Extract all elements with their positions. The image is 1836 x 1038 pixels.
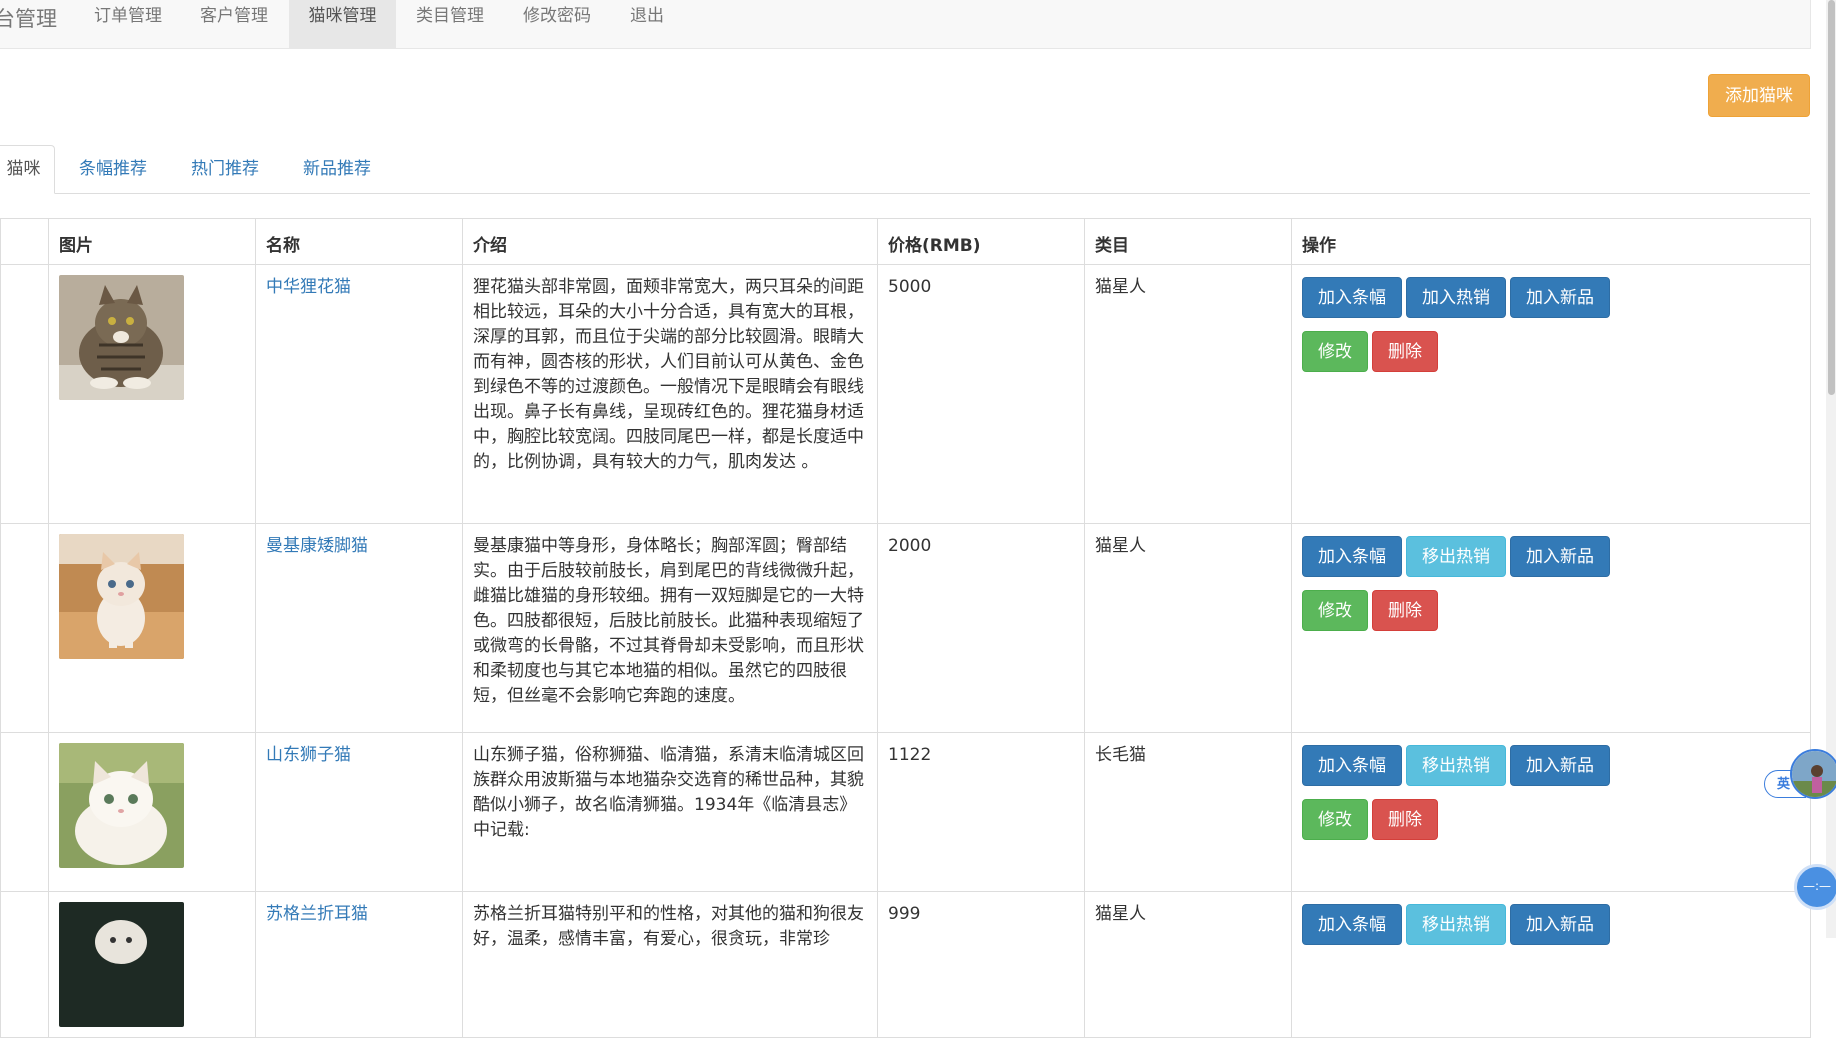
nav-cats[interactable]: 猫咪管理 <box>289 0 396 48</box>
cat-name-link[interactable]: 苏格兰折耳猫 <box>266 904 368 924</box>
category-cell: 长毛猫 <box>1084 732 1292 892</box>
table-row: 中华狸花猫 狸花猫头部非常圆，面颊非常宽大，两只耳朵的间距相比较远，耳朵的大小十… <box>0 264 1811 524</box>
intro-cell: 曼基康猫中等身形，身体略长；胸部浑圆；臀部结实。由于后肢较前肢长，肩到尾巴的背线… <box>462 523 878 733</box>
category-cell: 猫星人 <box>1084 264 1292 524</box>
hot-toggle-button[interactable]: 加入热销 <box>1406 277 1506 318</box>
add-banner-button[interactable]: 加入条幅 <box>1302 277 1402 318</box>
cat-photo-scottish-fold[interactable] <box>59 902 184 1027</box>
add-banner-button[interactable]: 加入条幅 <box>1302 904 1402 945</box>
actions-cell: 加入条幅 加入热销 加入新品 修改 删除 <box>1291 264 1811 524</box>
row-blank-cell <box>0 523 49 733</box>
add-banner-button[interactable]: 加入条幅 <box>1302 536 1402 577</box>
table-header-row: 图片 名称 介绍 价格(RMB) 类目 操作 <box>0 218 1811 265</box>
floating-assistant-icon[interactable]: —:— <box>1794 864 1836 910</box>
edit-button[interactable]: 修改 <box>1302 331 1368 372</box>
price-cell: 1122 <box>877 732 1085 892</box>
col-header-image: 图片 <box>48 218 256 265</box>
add-banner-button[interactable]: 加入条幅 <box>1302 745 1402 786</box>
intro-cell: 山东狮子猫，俗称狮猫、临清猫，系清末临清城区回族群众用波斯猫与本地猫杂交选育的稀… <box>462 732 878 892</box>
price-cell: 2000 <box>877 523 1085 733</box>
add-new-button[interactable]: 加入新品 <box>1510 904 1610 945</box>
intro-cell: 狸花猫头部非常圆，面颊非常宽大，两只耳朵的间距相比较远，耳朵的大小十分合适，具有… <box>462 264 878 524</box>
nav-orders[interactable]: 订单管理 <box>78 0 178 48</box>
cat-photo-white-longhair[interactable] <box>59 743 184 868</box>
category-cell: 猫星人 <box>1084 523 1292 733</box>
image-cell <box>48 891 256 1038</box>
actions-cell: 加入条幅 移出热销 加入新品 修改 删除 <box>1291 523 1811 733</box>
col-header-price: 价格(RMB) <box>877 218 1085 265</box>
table-row: 苏格兰折耳猫 苏格兰折耳猫特别平和的性格，对其他的猫和狗很友好，温柔，感情丰富，… <box>0 891 1811 1038</box>
actions-cell: 加入条幅 移出热销 加入新品 <box>1291 891 1811 1038</box>
hot-toggle-button[interactable]: 移出热销 <box>1406 536 1506 577</box>
delete-button[interactable]: 删除 <box>1372 331 1438 372</box>
cat-photo-munchkin[interactable] <box>59 534 184 659</box>
tab-hot[interactable]: 热门推荐 <box>184 145 266 193</box>
name-cell: 苏格兰折耳猫 <box>255 891 463 1038</box>
row-blank-cell <box>0 264 49 524</box>
nav-customers[interactable]: 客户管理 <box>184 0 284 48</box>
add-new-button[interactable]: 加入新品 <box>1510 745 1610 786</box>
add-new-button[interactable]: 加入新品 <box>1510 277 1610 318</box>
cat-name-link[interactable]: 山东狮子猫 <box>266 745 351 765</box>
nav-categories[interactable]: 类目管理 <box>400 0 500 48</box>
cat-name-link[interactable]: 曼基康矮脚猫 <box>266 536 368 556</box>
cat-table: 图片 名称 介绍 价格(RMB) 类目 操作 中华狸花猫 狸花猫头部非常圆，面颊… <box>0 218 1811 1038</box>
tab-cats[interactable]: 猫咪 <box>0 145 55 194</box>
intro-cell: 苏格兰折耳猫特别平和的性格，对其他的猫和狗很友好，温柔，感情丰富，有爱心，很贪玩… <box>462 891 878 1038</box>
add-new-button[interactable]: 加入新品 <box>1510 536 1610 577</box>
actions-cell: 加入条幅 移出热销 加入新品 修改 删除 <box>1291 732 1811 892</box>
col-header-actions: 操作 <box>1291 218 1811 265</box>
delete-button[interactable]: 删除 <box>1372 590 1438 631</box>
top-navbar: 台管理 订单管理 客户管理 猫咪管理 类目管理 修改密码 退出 <box>0 0 1811 49</box>
table-row: 曼基康矮脚猫 曼基康猫中等身形，身体略长；胸部浑圆；臀部结实。由于后肢较前肢长，… <box>0 523 1811 733</box>
add-cat-button[interactable]: 添加猫咪 <box>1708 74 1810 117</box>
image-cell <box>48 732 256 892</box>
vertical-scrollbar-thumb[interactable] <box>1828 0 1835 395</box>
col-header-name: 名称 <box>255 218 463 265</box>
col-header-category: 类目 <box>1084 218 1292 265</box>
edit-button[interactable]: 修改 <box>1302 799 1368 840</box>
nav-logout[interactable]: 退出 <box>622 0 672 48</box>
tab-new[interactable]: 新品推荐 <box>296 145 378 193</box>
category-cell: 猫星人 <box>1084 891 1292 1038</box>
tab-bar: 猫咪 条幅推荐 热门推荐 新品推荐 <box>0 145 1810 194</box>
name-cell: 山东狮子猫 <box>255 732 463 892</box>
row-blank-cell <box>0 891 49 1038</box>
price-cell: 999 <box>877 891 1085 1038</box>
price-cell: 5000 <box>877 264 1085 524</box>
nav-change-password[interactable]: 修改密码 <box>507 0 607 48</box>
name-cell: 中华狸花猫 <box>255 264 463 524</box>
tab-banner[interactable]: 条幅推荐 <box>72 145 154 193</box>
cat-photo-tabby[interactable] <box>59 275 184 400</box>
cat-name-link[interactable]: 中华狸花猫 <box>266 277 351 297</box>
image-cell <box>48 523 256 733</box>
hot-toggle-button[interactable]: 移出热销 <box>1406 745 1506 786</box>
edit-button[interactable]: 修改 <box>1302 590 1368 631</box>
floating-avatar[interactable] <box>1790 749 1836 799</box>
brand-title[interactable]: 台管理 <box>0 3 57 33</box>
col-header-blank <box>0 218 49 265</box>
name-cell: 曼基康矮脚猫 <box>255 523 463 733</box>
hot-toggle-button[interactable]: 移出热销 <box>1406 904 1506 945</box>
delete-button[interactable]: 删除 <box>1372 799 1438 840</box>
avatar-image-icon <box>1792 751 1836 797</box>
col-header-intro: 介绍 <box>462 218 878 265</box>
image-cell <box>48 264 256 524</box>
table-row: 山东狮子猫 山东狮子猫，俗称狮猫、临清猫，系清末临清城区回族群众用波斯猫与本地猫… <box>0 732 1811 892</box>
row-blank-cell <box>0 732 49 892</box>
